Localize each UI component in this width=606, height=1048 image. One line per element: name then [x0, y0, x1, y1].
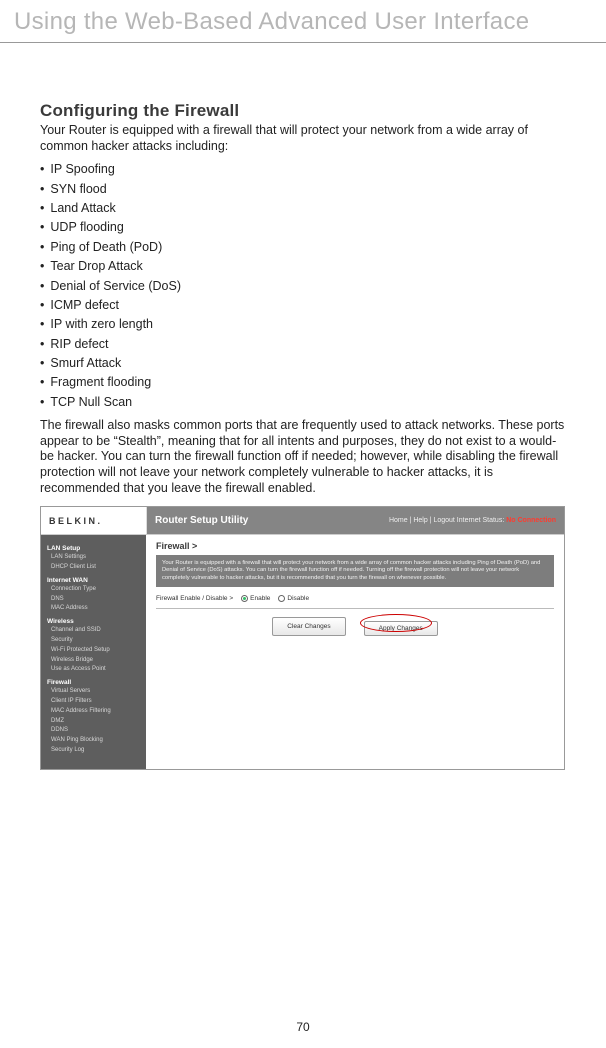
- list-item: Denial of Service (DoS): [40, 277, 566, 296]
- ui-sidebar: LAN Setup LAN Settings DHCP Client List …: [41, 535, 146, 769]
- section-heading: Configuring the Firewall: [40, 101, 566, 121]
- sidebar-item[interactable]: DMZ: [47, 717, 140, 727]
- radio-dot-icon: [241, 595, 248, 602]
- ui-title: Router Setup Utility: [155, 515, 248, 526]
- sidebar-item[interactable]: DHCP Client List: [47, 563, 140, 573]
- sidebar-item[interactable]: DDNS: [47, 726, 140, 736]
- ui-body: LAN Setup LAN Settings DHCP Client List …: [41, 535, 564, 769]
- divider: [156, 608, 554, 609]
- list-item: Smurf Attack: [40, 354, 566, 373]
- sidebar-item[interactable]: Connection Type: [47, 585, 140, 595]
- list-item: SYN flood: [40, 180, 566, 199]
- list-item: UDP flooding: [40, 218, 566, 237]
- section-outro: The firewall also masks common ports tha…: [40, 418, 566, 496]
- brand-logo: BELKIN.: [41, 507, 147, 534]
- topnav-links[interactable]: Home | Help | Logout Internet Status:: [389, 517, 504, 524]
- sidebar-item[interactable]: LAN Settings: [47, 553, 140, 563]
- breadcrumb: Firewall >: [156, 541, 554, 551]
- radio-disable[interactable]: Disable: [278, 595, 309, 602]
- sidebar-group-wan: Internet WAN: [47, 577, 140, 584]
- button-row: Clear Changes Apply Changes: [156, 617, 554, 636]
- apply-changes-button[interactable]: Apply Changes: [364, 621, 438, 636]
- brand-logo-text: BELKIN.: [49, 516, 103, 526]
- list-item: IP with zero length: [40, 315, 566, 334]
- clear-changes-button[interactable]: Clear Changes: [272, 617, 345, 636]
- sidebar-group-wireless: Wireless: [47, 618, 140, 625]
- sidebar-item[interactable]: DNS: [47, 595, 140, 605]
- list-item: ICMP defect: [40, 296, 566, 315]
- sidebar-item[interactable]: Client IP Filters: [47, 697, 140, 707]
- toggle-label: Firewall Enable / Disable >: [156, 595, 233, 602]
- sidebar-item[interactable]: Use as Access Point: [47, 665, 140, 675]
- list-item: RIP defect: [40, 335, 566, 354]
- ui-topnav: Home | Help | Logout Internet Status: No…: [389, 517, 556, 524]
- ui-titlebar: Router Setup Utility Home | Help | Logou…: [147, 507, 564, 534]
- sidebar-item[interactable]: Security Log: [47, 746, 140, 756]
- radio-enable[interactable]: Enable: [241, 595, 270, 602]
- ui-main-panel: Firewall > Your Router is equipped with …: [146, 535, 564, 769]
- sidebar-item[interactable]: Security: [47, 636, 140, 646]
- internet-status: No Connection: [506, 517, 556, 524]
- sidebar-item[interactable]: Wi-Fi Protected Setup: [47, 646, 140, 656]
- list-item: TCP Null Scan: [40, 393, 566, 412]
- sidebar-item[interactable]: WAN Ping Blocking: [47, 736, 140, 746]
- chapter-title: Using the Web-Based Advanced User Interf…: [0, 0, 606, 42]
- sidebar-group-firewall: Firewall: [47, 679, 140, 686]
- list-item: Ping of Death (PoD): [40, 238, 566, 257]
- attack-list: IP Spoofing SYN flood Land Attack UDP fl…: [40, 160, 566, 412]
- page-number: 70: [0, 1020, 606, 1034]
- list-item: Land Attack: [40, 199, 566, 218]
- list-item: Fragment flooding: [40, 373, 566, 392]
- sidebar-item[interactable]: Wireless Bridge: [47, 656, 140, 666]
- section-intro: Your Router is equipped with a firewall …: [40, 123, 566, 154]
- sidebar-group-lan: LAN Setup: [47, 545, 140, 552]
- panel-description: Your Router is equipped with a firewall …: [156, 555, 554, 587]
- list-item: IP Spoofing: [40, 160, 566, 179]
- sidebar-item[interactable]: Virtual Servers: [47, 687, 140, 697]
- sidebar-item[interactable]: MAC Address: [47, 604, 140, 614]
- ui-topbar: BELKIN. Router Setup Utility Home | Help…: [41, 507, 564, 535]
- radio-dot-icon: [278, 595, 285, 602]
- router-ui-screenshot: BELKIN. Router Setup Utility Home | Help…: [40, 506, 565, 770]
- list-item: Tear Drop Attack: [40, 257, 566, 276]
- sidebar-item[interactable]: Channel and SSID: [47, 626, 140, 636]
- firewall-toggle-row: Firewall Enable / Disable > Enable Disab…: [156, 595, 554, 602]
- radio-disable-label: Disable: [287, 595, 309, 602]
- page-content: Configuring the Firewall Your Router is …: [0, 43, 606, 770]
- radio-enable-label: Enable: [250, 595, 270, 602]
- sidebar-item[interactable]: MAC Address Filtering: [47, 707, 140, 717]
